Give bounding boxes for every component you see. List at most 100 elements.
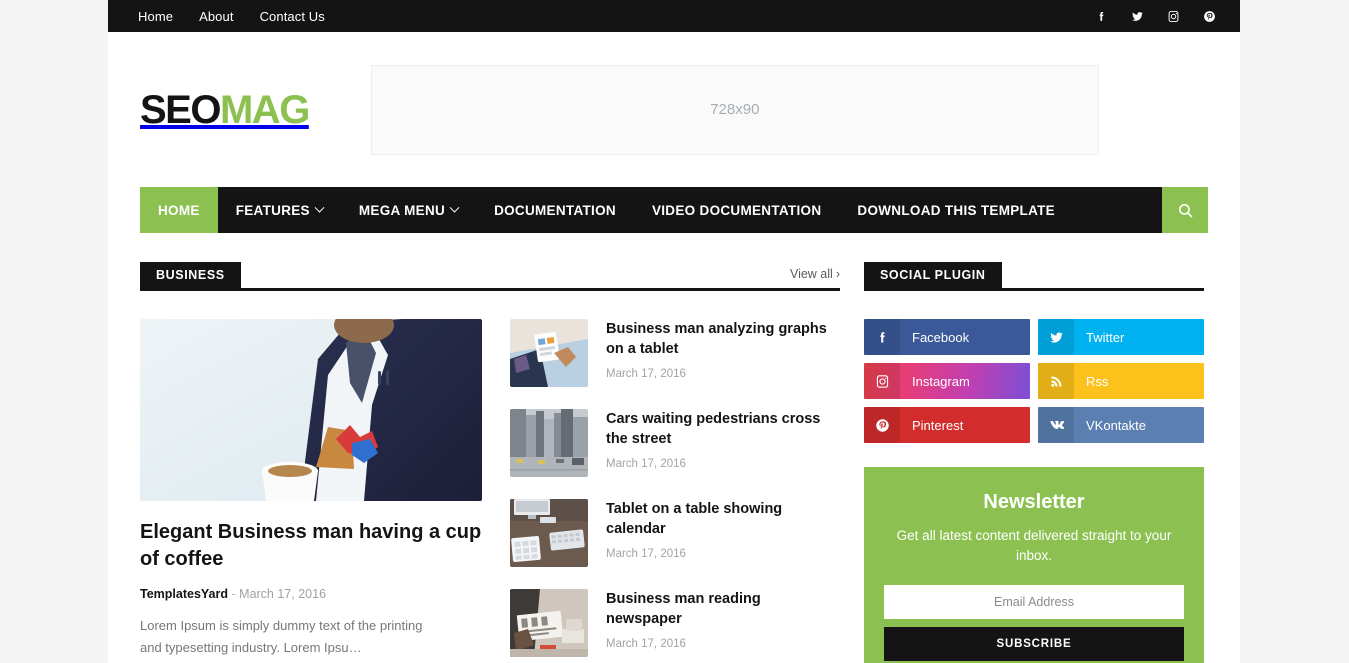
newsletter-description: Get all latest content delivered straigh… <box>896 528 1172 564</box>
view-all-link[interactable]: View all › <box>790 267 840 285</box>
list-item[interactable]: Business man reading newspaper March 17,… <box>510 589 840 657</box>
instagram-icon <box>864 363 900 399</box>
list-item-title[interactable]: Business man reading newspaper <box>606 590 840 629</box>
main-nav-items: HOME FEATURES MEGA MENU DOCUMENTATION VI… <box>140 187 1162 233</box>
top-nav-item-about[interactable]: About <box>199 9 233 24</box>
top-nav-item-home[interactable]: Home <box>138 9 173 24</box>
nav-item-mega-menu-label: MEGA MENU <box>358 202 446 218</box>
social-plugin-grid: Facebook Twitter Instagram Rss Pinterest… <box>864 319 1204 443</box>
list-item-date: March 17, 2016 <box>606 368 686 381</box>
top-nav: Home About Contact Us <box>138 9 325 24</box>
list-item-date: March 17, 2016 <box>606 458 686 471</box>
newsletter-subscribe-button[interactable]: SUBSCRIBE <box>884 626 1184 661</box>
social-button-instagram[interactable]: Instagram <box>864 363 1030 399</box>
nav-item-video-documentation[interactable]: VIDEO DOCUMENTATION <box>634 187 839 233</box>
list-item-thumbnail[interactable] <box>510 499 588 567</box>
featured-post-meta: TemplatesYard - March 17, 2016 <box>140 587 482 601</box>
list-item-body: Cars waiting pedestrians cross the stree… <box>606 409 840 477</box>
social-button-instagram-label: Instagram <box>912 373 970 389</box>
nav-item-download-label: DOWNLOAD THIS TEMPLATE <box>857 202 1055 218</box>
social-button-facebook[interactable]: Facebook <box>864 319 1030 355</box>
content-area: BUSINESS View all › Elegant Business man… <box>108 233 1240 663</box>
facebook-icon[interactable] <box>1094 9 1108 23</box>
list-item-title[interactable]: Cars waiting pedestrians cross the stree… <box>606 410 840 449</box>
top-bar: Home About Contact Us <box>108 0 1240 32</box>
list-item[interactable]: Tablet on a table showing calendar March… <box>510 499 840 567</box>
social-button-pinterest[interactable]: Pinterest <box>864 407 1030 443</box>
main-nav: HOME FEATURES MEGA MENU DOCUMENTATION VI… <box>140 187 1208 233</box>
site-logo[interactable]: SEOMAG <box>140 87 310 132</box>
desk-tablet-calendar-photo <box>510 499 588 567</box>
man-reading-newspaper-photo <box>510 589 588 657</box>
business-post-list: Business man analyzing graphs on a table… <box>510 319 840 659</box>
social-button-rss-label: Rss <box>1086 373 1109 389</box>
ad-banner-placeholder: 728x90 <box>370 64 1099 155</box>
featured-post-date: March 17, 2016 <box>239 587 327 601</box>
social-button-vkontakte-label: VKontakte <box>1086 417 1146 433</box>
search-icon <box>1178 203 1192 217</box>
city-street-photo <box>510 409 588 477</box>
site-header: SEOMAG 728x90 <box>108 32 1240 187</box>
nav-item-download-this-template[interactable]: DOWNLOAD THIS TEMPLATE <box>839 187 1073 233</box>
chevron-down-icon <box>314 202 325 213</box>
view-all-label: View all <box>789 266 833 281</box>
search-button[interactable] <box>1162 187 1208 233</box>
logo-text-mag: MAG <box>219 87 310 132</box>
social-plugin-header: SOCIAL PLUGIN <box>864 261 1204 291</box>
sidebar: SOCIAL PLUGIN Facebook Twitter Instagram… <box>864 261 1204 663</box>
featured-post[interactable]: Elegant Business man having a cup of cof… <box>140 319 482 659</box>
section-title-business: BUSINESS <box>140 261 241 288</box>
nav-item-mega-menu[interactable]: MEGA MENU <box>341 187 476 233</box>
nav-item-documentation[interactable]: DOCUMENTATION <box>476 187 634 233</box>
featured-post-author[interactable]: TemplatesYard <box>140 587 228 601</box>
social-button-vkontakte[interactable]: VKontakte <box>1038 407 1204 443</box>
business-section-header: BUSINESS View all › <box>140 261 840 291</box>
list-item-thumbnail[interactable] <box>510 409 588 477</box>
list-item[interactable]: Cars waiting pedestrians cross the stree… <box>510 409 840 477</box>
nav-item-home[interactable]: HOME <box>140 187 218 233</box>
newsletter-title: Newsletter <box>983 491 1085 513</box>
twitter-icon <box>1038 319 1074 355</box>
social-button-twitter-label: Twitter <box>1086 329 1125 345</box>
vk-icon <box>1038 407 1074 443</box>
nav-item-home-label: HOME <box>158 202 200 218</box>
business-man-coffee-photo <box>140 319 482 501</box>
business-post-row: Elegant Business man having a cup of cof… <box>140 319 840 659</box>
twitter-icon[interactable] <box>1130 9 1144 23</box>
featured-post-image[interactable] <box>140 319 482 501</box>
list-item-thumbnail[interactable] <box>510 319 588 387</box>
main-column: BUSINESS View all › Elegant Business man… <box>140 261 840 663</box>
page-root: Home About Contact Us SEOMAG 728x90 HOME… <box>0 0 1349 663</box>
nav-item-features[interactable]: FEATURES <box>218 187 341 233</box>
list-item-body: Business man analyzing graphs on a table… <box>606 319 840 387</box>
list-item-date: March 17, 2016 <box>606 638 686 651</box>
social-button-facebook-label: Facebook <box>912 329 970 345</box>
list-item-date: March 17, 2016 <box>606 548 686 561</box>
social-button-rss[interactable]: Rss <box>1038 363 1204 399</box>
nav-item-documentation-label: DOCUMENTATION <box>494 202 616 218</box>
top-nav-item-contact-us[interactable]: Contact Us <box>260 9 325 24</box>
list-item-thumbnail[interactable] <box>510 589 588 657</box>
pinterest-icon <box>864 407 900 443</box>
featured-post-title[interactable]: Elegant Business man having a cup of cof… <box>140 519 482 573</box>
chevron-down-icon <box>449 202 460 213</box>
list-item-body: Business man reading newspaper March 17,… <box>606 589 840 657</box>
nav-item-features-label: FEATURES <box>235 202 310 218</box>
rss-icon <box>1038 363 1074 399</box>
list-item-title[interactable]: Tablet on a table showing calendar <box>606 500 840 539</box>
ad-banner-size-label: 728x90 <box>710 101 760 118</box>
list-item-body: Tablet on a table showing calendar March… <box>606 499 840 567</box>
meta-separator: - <box>231 587 236 601</box>
logo-text-seo: SEO <box>140 87 221 132</box>
list-item-title[interactable]: Business man analyzing graphs on a table… <box>606 320 840 359</box>
newsletter-email-input[interactable] <box>884 584 1184 619</box>
featured-post-excerpt: Lorem Ipsum is simply dummy text of the … <box>140 618 423 656</box>
instagram-icon[interactable] <box>1166 9 1180 23</box>
top-social-links <box>1094 9 1216 23</box>
social-button-twitter[interactable]: Twitter <box>1038 319 1204 355</box>
site-container: Home About Contact Us SEOMAG 728x90 HOME… <box>108 0 1240 663</box>
pinterest-icon[interactable] <box>1202 9 1216 23</box>
list-item[interactable]: Business man analyzing graphs on a table… <box>510 319 840 387</box>
tablet-graphs-photo <box>510 319 588 387</box>
chevron-right-icon: › <box>835 266 840 281</box>
